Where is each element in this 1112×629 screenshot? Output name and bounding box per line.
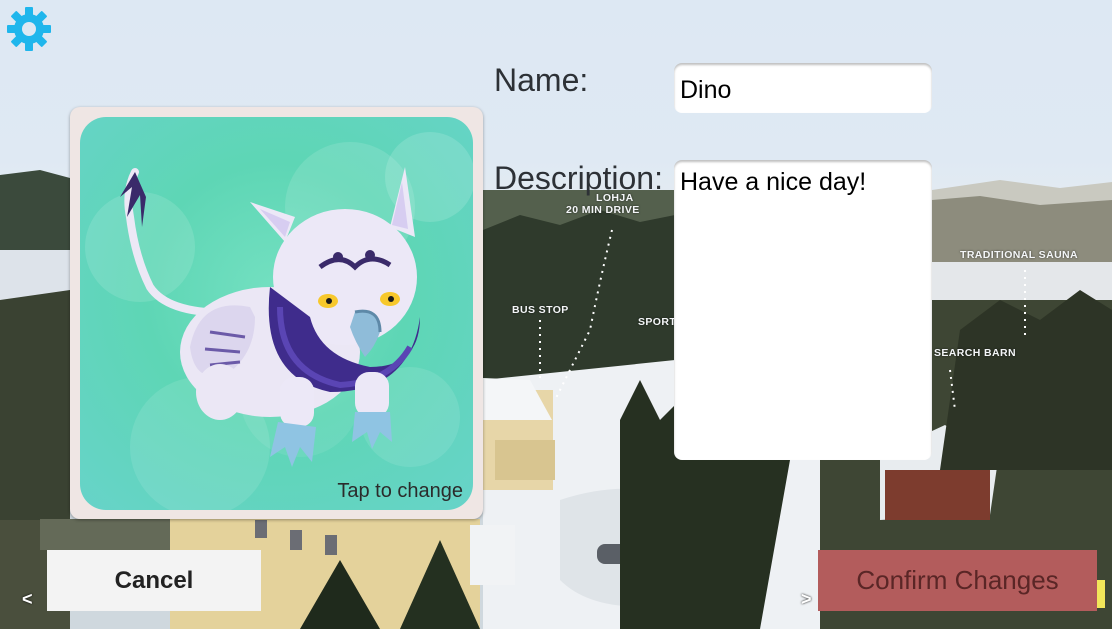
avatar-card[interactable]: Tap to change [70, 107, 483, 519]
name-field[interactable]: Dino [674, 63, 932, 113]
tap-to-change-label: Tap to change [337, 480, 463, 502]
description-field[interactable]: Have a nice day! [674, 160, 932, 460]
name-label: Name: [494, 62, 589, 98]
previous-arrow[interactable]: < [22, 589, 33, 610]
map-label-bus-stop: BUS STOP [512, 304, 569, 316]
cancel-button[interactable]: Cancel [47, 550, 261, 611]
map-label-sport: SPORT [638, 316, 677, 328]
map-label-traditional-sauna: TRADITIONAL SAUNA [960, 249, 1079, 261]
gear-icon[interactable] [6, 6, 52, 52]
description-label: Description: [494, 160, 663, 196]
avatar-image [80, 117, 473, 510]
griffin-illustration [85, 132, 473, 510]
next-arrow[interactable]: > [801, 589, 812, 610]
map-label-lohja-line2: 20 MIN DRIVE [566, 204, 640, 216]
map-label-research-barn: SEARCH BARN [934, 347, 1016, 359]
confirm-changes-button[interactable]: Confirm Changes [818, 550, 1097, 611]
